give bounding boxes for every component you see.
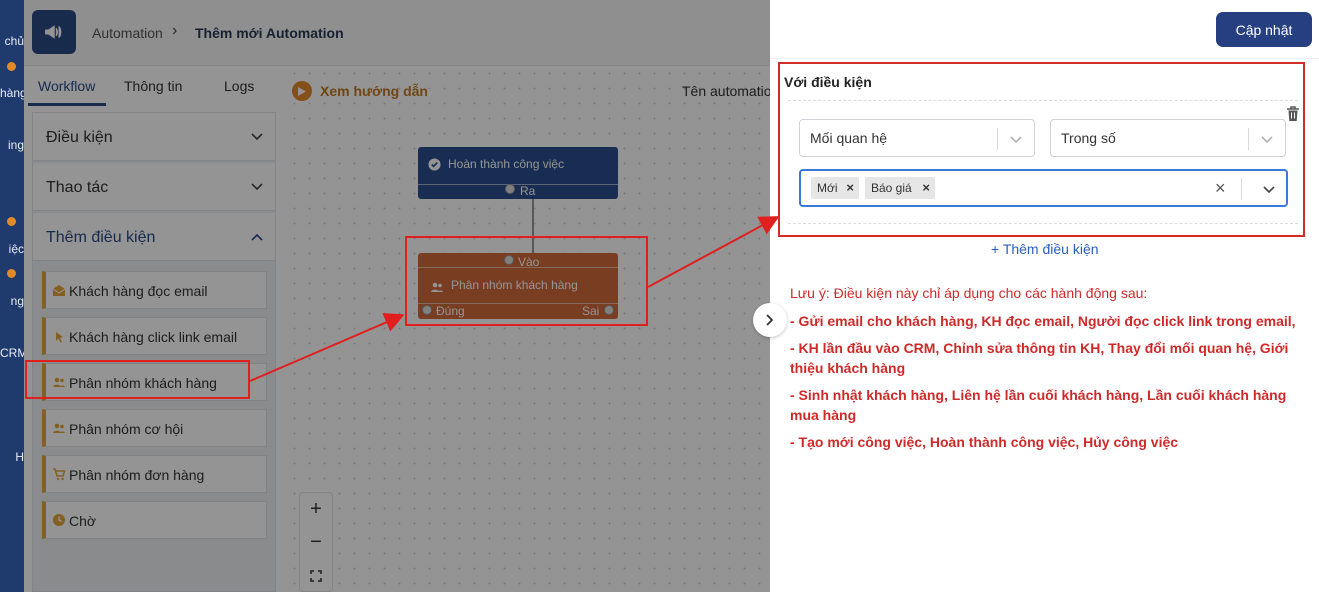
operator-select[interactable]: Trong số — [1050, 119, 1286, 157]
note-title: Lưu ý: Điều kiện này chỉ áp dụng cho các… — [790, 285, 1148, 301]
nav-label[interactable]: ng — [0, 294, 24, 308]
tag-chip: Mới × — [811, 177, 859, 199]
chevron-down-icon — [1010, 136, 1022, 144]
condition-title: Với điều kiện — [784, 74, 872, 90]
chevron-right-icon — [766, 314, 774, 326]
nav-label[interactable]: CRM — [0, 346, 24, 360]
select-divider — [1241, 178, 1242, 200]
highlight-box — [405, 236, 648, 326]
modal-backdrop[interactable] — [24, 0, 770, 592]
condition-row: Mối quan hệ Trong số Mới × Báo giá × × — [788, 100, 1298, 224]
remove-tag-icon[interactable]: × — [846, 180, 854, 195]
clear-icon[interactable]: × — [1215, 178, 1226, 199]
left-nav: chủ hàng ing iệc ng CRM H — [0, 0, 24, 592]
nav-label[interactable]: H — [0, 450, 24, 464]
divider — [770, 58, 1319, 59]
select-divider — [997, 128, 998, 150]
tag-label: Mới — [817, 181, 838, 195]
nav-label[interactable]: hàng — [0, 86, 24, 100]
note-item: - Tạo mới công việc, Hoàn thành công việ… — [790, 434, 1179, 450]
collapse-panel-button[interactable] — [753, 303, 787, 337]
relation-select[interactable]: Mối quan hệ — [799, 119, 1035, 157]
chevron-down-icon[interactable] — [1263, 183, 1275, 195]
nav-dot — [7, 269, 16, 278]
update-button[interactable]: Cập nhật — [1216, 12, 1312, 47]
chevron-down-icon — [1261, 136, 1273, 144]
condition-panel: Cập nhật Với điều kiện Mối quan hệ Trong… — [770, 0, 1319, 592]
select-value: Trong số — [1061, 130, 1116, 146]
tag-label: Báo giá — [871, 181, 912, 195]
nav-label[interactable]: chủ — [0, 34, 24, 48]
nav-label[interactable]: iệc — [0, 242, 24, 256]
value-multiselect[interactable]: Mới × Báo giá × × — [799, 169, 1288, 207]
select-value: Mối quan hệ — [810, 130, 888, 146]
remove-tag-icon[interactable]: × — [922, 180, 930, 195]
trash-icon[interactable] — [1286, 106, 1300, 122]
add-condition-link[interactable]: + Thêm điều kiện — [991, 241, 1099, 257]
nav-dot — [7, 62, 16, 71]
note-item: - Gửi email cho khách hàng, KH đọc email… — [790, 313, 1296, 329]
nav-dot — [7, 217, 16, 226]
note-item: - Sinh nhật khách hàng, Liên hệ lần cuối… — [790, 387, 1287, 423]
highlight-box — [25, 360, 250, 399]
note-item: - KH lần đầu vào CRM, Chỉnh sửa thông ti… — [790, 340, 1289, 376]
select-divider — [1248, 128, 1249, 150]
nav-label[interactable]: ing — [0, 138, 24, 152]
condition-section: Với điều kiện Mối quan hệ Trong số Mới ×… — [778, 62, 1305, 237]
tag-chip: Báo giá × — [865, 177, 935, 199]
